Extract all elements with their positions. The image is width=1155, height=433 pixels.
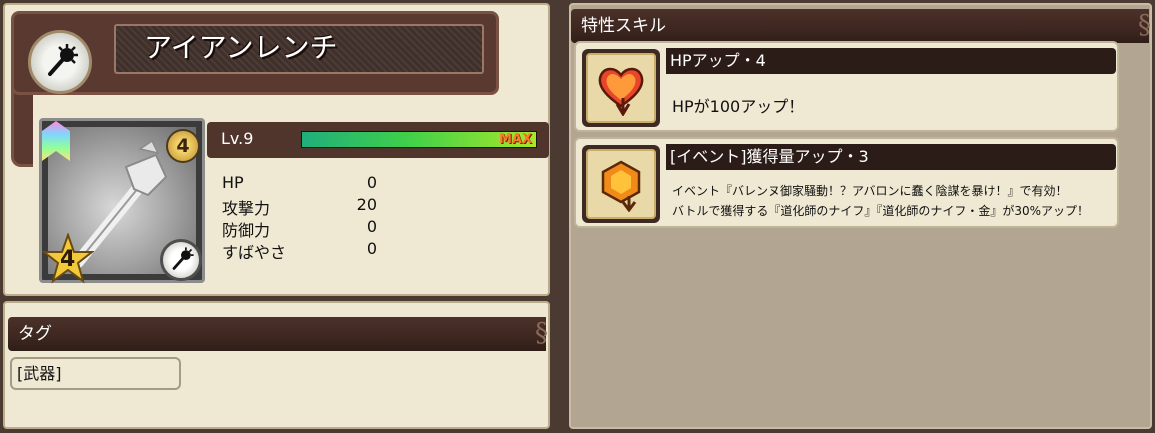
gem-up-icon bbox=[586, 149, 656, 219]
stat-row-hp: HP 0 bbox=[222, 173, 382, 195]
stat-label: 防御力 bbox=[222, 221, 271, 240]
weapon-title-plate: アイアンレンチ bbox=[11, 11, 499, 95]
skill-description-line: バトルで獲得する『道化師のナイフ』『道化師のナイフ・金』が30%アップ！ bbox=[672, 204, 1090, 218]
enhance-level-badge: 4 bbox=[166, 129, 200, 163]
stat-row-speed: すばやさ 0 bbox=[222, 239, 382, 262]
spiked-mace-icon bbox=[28, 30, 92, 94]
skill-icon-frame bbox=[582, 49, 660, 127]
level-bar: Lv.9 MAX bbox=[207, 122, 549, 158]
tag-panel: タグ § [武器] bbox=[3, 301, 550, 429]
experience-track: MAX bbox=[301, 131, 537, 148]
stat-value: 0 bbox=[366, 239, 377, 258]
skill-description-line: イベント『バレンヌ御家騒動！？アバロンに蠢く陰謀を暴け！』で有効！ bbox=[672, 184, 1068, 198]
stat-label: HP bbox=[222, 173, 244, 192]
scroll-curl-icon: § bbox=[535, 318, 548, 348]
stat-row-attack: 攻撃力 20 bbox=[222, 195, 382, 218]
heart-up-icon bbox=[586, 53, 656, 123]
trait-skill-panel: 特性スキル § HPアップ・4 HPが100アップ！ [イベント]獲得量アップ・… bbox=[569, 3, 1152, 429]
stat-row-defense: 防御力 0 bbox=[222, 217, 382, 240]
tag-chip[interactable]: [武器] bbox=[10, 357, 181, 390]
weapon-card[interactable]: 4 4 bbox=[39, 118, 205, 284]
stat-label: すばやさ bbox=[222, 243, 287, 262]
tag-header-label: タグ bbox=[18, 324, 52, 344]
skill-header-label: 特性スキル bbox=[581, 16, 666, 36]
stat-value: 20 bbox=[356, 195, 377, 214]
skill-card[interactable]: HPアップ・4 HPが100アップ！ bbox=[574, 41, 1119, 132]
skill-card[interactable]: [イベント]獲得量アップ・3 イベント『バレンヌ御家騒動！？アバロンに蠢く陰謀を… bbox=[574, 137, 1119, 228]
max-indicator: MAX bbox=[498, 132, 532, 147]
skill-description-line: HPが100アップ！ bbox=[672, 97, 805, 116]
skill-header: 特性スキル § bbox=[571, 9, 1151, 43]
skill-icon-frame bbox=[582, 145, 660, 223]
weapon-detail-panel: アイアンレンチ 4 4 Lv.9 MAX HP 0 攻撃力 20 防御力 0 す… bbox=[3, 3, 550, 296]
stat-value: 0 bbox=[366, 217, 377, 236]
weapon-name: アイアンレンチ bbox=[144, 31, 338, 64]
tag-header: タグ § bbox=[8, 317, 548, 351]
rarity-value: 4 bbox=[60, 247, 76, 272]
stat-value: 0 bbox=[366, 173, 377, 192]
stat-label: 攻撃力 bbox=[222, 199, 271, 218]
skill-name: [イベント]獲得量アップ・3 bbox=[666, 144, 1116, 170]
weapon-type-mace-icon bbox=[160, 239, 202, 281]
scroll-curl-icon: § bbox=[1138, 10, 1151, 40]
title-frame-decoration bbox=[11, 85, 33, 167]
skill-name: HPアップ・4 bbox=[666, 48, 1116, 74]
level-label: Lv.9 bbox=[221, 129, 254, 148]
